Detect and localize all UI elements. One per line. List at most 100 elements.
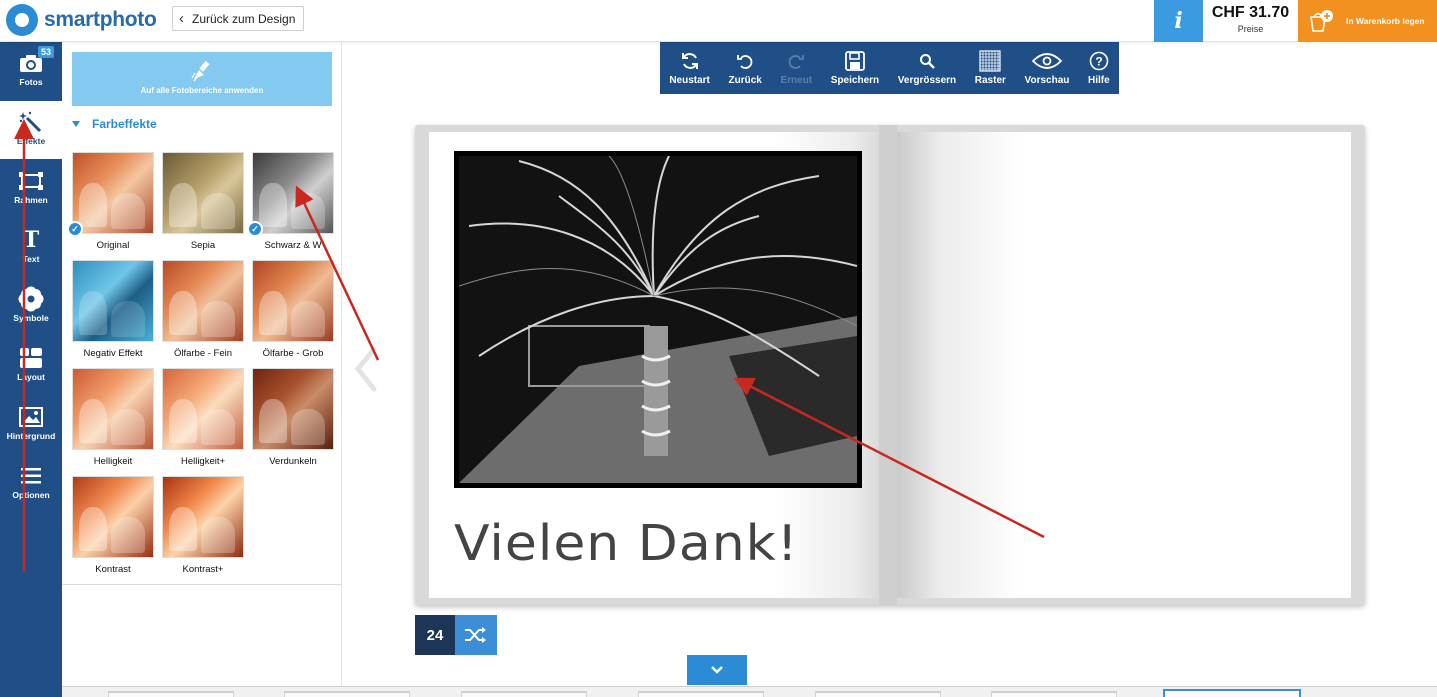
page-thumbnail[interactable]: [284, 691, 410, 697]
sidebar-item-hintergrund[interactable]: Hintergrund: [0, 396, 62, 454]
effect-thumbnail: [72, 152, 154, 234]
undo-button[interactable]: Zurück: [719, 42, 771, 94]
refresh-icon: [680, 50, 700, 72]
effect-oelfarbe-grob[interactable]: Ölfarbe - Grob: [252, 260, 342, 368]
brush-icon: [191, 60, 210, 82]
page-thumbnail-active[interactable]: [1163, 689, 1301, 697]
effect-thumbnail: [72, 260, 154, 342]
page-thumbnail[interactable]: [815, 691, 941, 697]
effect-sepia[interactable]: Sepia: [162, 152, 252, 260]
photo-frame[interactable]: [454, 151, 862, 488]
sidebar-item-optionen[interactable]: Optionen: [0, 455, 62, 513]
sidebar: 53 Fotos Effekte Rahmen T Text Symbole L…: [0, 42, 62, 697]
effect-verdunkeln[interactable]: Verdunkeln: [252, 368, 342, 476]
effect-thumbnail: [162, 476, 244, 558]
effect-original[interactable]: ✓ Original: [67, 152, 162, 260]
apply-to-all-button[interactable]: Auf alle Fotobereiche anwenden: [72, 52, 332, 106]
smartphoto-logo-icon: [6, 4, 38, 36]
sidebar-item-layout[interactable]: Layout: [0, 337, 62, 395]
effect-oelfarbe-fein[interactable]: Ölfarbe - Fein: [162, 260, 252, 368]
restart-button[interactable]: Neustart: [660, 42, 719, 94]
farbeffekte-section-toggle[interactable]: Farbeffekte: [72, 117, 157, 131]
effects-panel: Auf alle Fotobereiche anwenden Farbeffek…: [62, 42, 342, 697]
apply-to-all-label: Auf alle Fotobereiche anwenden: [140, 86, 264, 95]
frame-icon: [19, 170, 43, 192]
magic-wand-icon: [19, 111, 43, 133]
sidebar-label-effekte: Effekte: [16, 136, 46, 146]
sidebar-item-fotos[interactable]: 53 Fotos: [0, 42, 62, 100]
sidebar-item-rahmen[interactable]: Rahmen: [0, 160, 62, 218]
help-icon: ?: [1089, 50, 1109, 72]
palm-photo: [459, 156, 857, 483]
redo-button[interactable]: Erneut: [771, 42, 821, 94]
effect-label: Ölfarbe - Fein: [173, 348, 233, 359]
restart-label: Neustart: [669, 75, 710, 86]
photo-count-badge: 53: [38, 46, 55, 58]
eye-icon: [1031, 50, 1062, 72]
page-caption-text[interactable]: Vielen Dank!: [454, 516, 799, 573]
previous-page-arrow-icon[interactable]: [350, 345, 380, 393]
cart-add-icon: [1310, 10, 1333, 32]
preview-label: Vorschau: [1024, 75, 1070, 86]
effect-helligkeit-plus[interactable]: Helligkeit+: [162, 368, 252, 476]
header: smartphoto ‹ Zurück zum Design i CHF 31.…: [0, 0, 1437, 42]
grid-label: Raster: [974, 75, 1006, 86]
back-to-design-button[interactable]: ‹ Zurück zum Design: [172, 6, 305, 31]
effect-label: Sepia: [190, 240, 216, 251]
layout-icon: [20, 347, 42, 369]
sidebar-item-effekte[interactable]: Effekte: [0, 101, 62, 159]
effect-thumbnail: [252, 260, 334, 342]
farbeffekte-title: Farbeffekte: [92, 117, 157, 131]
flower-icon: [18, 286, 44, 312]
chevron-down-icon: [711, 666, 723, 674]
effect-helligkeit[interactable]: Helligkeit: [72, 368, 162, 476]
sidebar-label-symbole: Symbole: [13, 313, 49, 323]
sidebar-item-symbole[interactable]: Symbole: [0, 278, 62, 336]
effect-label: Verdunkeln: [269, 456, 317, 467]
text-icon: T: [22, 227, 40, 253]
checkmark-icon: ✓: [67, 221, 83, 237]
save-button[interactable]: Speichern: [821, 42, 888, 94]
effect-kontrast-plus[interactable]: Kontrast+: [162, 476, 252, 584]
effect-kontrast[interactable]: Kontrast: [72, 476, 162, 584]
price-display[interactable]: CHF 31.70 Preise: [1203, 0, 1298, 42]
expand-pages-button[interactable]: [687, 655, 747, 685]
chevron-left-icon: ‹: [179, 10, 184, 27]
brand-logo[interactable]: smartphoto: [6, 3, 157, 37]
grid-button[interactable]: Raster: [965, 42, 1015, 94]
zoom-button[interactable]: Vergrössern: [888, 42, 965, 94]
page-thumbnail[interactable]: [991, 691, 1117, 697]
effect-negativ[interactable]: Negativ Effekt: [72, 260, 162, 368]
info-button[interactable]: i: [1154, 0, 1203, 42]
effect-label: Kontrast+: [182, 564, 224, 575]
effect-thumbnail: [252, 152, 334, 234]
effect-thumbnail: [162, 260, 244, 342]
page-thumbnail[interactable]: [638, 691, 764, 697]
save-icon: [845, 50, 865, 72]
zoom-label: Vergrössern: [897, 75, 957, 86]
page-thumbnail[interactable]: [461, 691, 587, 697]
panel-divider: [62, 584, 342, 585]
sidebar-label-hintergrund: Hintergrund: [6, 431, 56, 441]
effect-label: Original: [96, 240, 130, 251]
help-button[interactable]: ? Hilfe: [1079, 42, 1119, 94]
effect-thumbnail: [162, 152, 244, 234]
brand-name: smartphoto: [44, 8, 157, 31]
preview-button[interactable]: Vorschau: [1015, 42, 1078, 94]
add-to-cart-button[interactable]: In Warenkorb legen: [1298, 0, 1437, 42]
page-thumbnail[interactable]: [108, 691, 234, 697]
grid-icon: [979, 50, 1001, 72]
info-icon: i: [1174, 8, 1183, 34]
effect-label: Ölfarbe - Grob: [262, 348, 324, 359]
shuffle-layout-button[interactable]: [455, 615, 497, 655]
back-to-design-label: Zurück zum Design: [192, 11, 296, 26]
page-number: 24: [415, 615, 455, 655]
sidebar-label-layout: Layout: [17, 372, 45, 382]
effect-label: Schwarz & W: [264, 240, 322, 251]
sidebar-item-text[interactable]: T Text: [0, 219, 62, 277]
effect-thumbnail: [252, 368, 334, 450]
shuffle-icon: [465, 627, 486, 643]
background-image-icon: [19, 406, 43, 428]
right-page[interactable]: [895, 132, 1351, 598]
effect-schwarz-weiss[interactable]: ✓ Schwarz & W: [247, 152, 342, 260]
